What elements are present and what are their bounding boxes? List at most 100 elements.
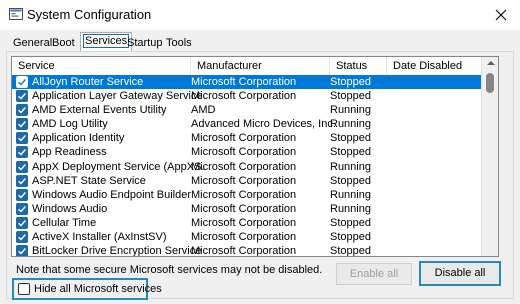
service-checkbox[interactable] (16, 216, 28, 229)
title-bar: System Configuration (0, 0, 520, 30)
service-manufacturer: Microsoft Corporation (191, 202, 297, 215)
service-manufacturer: Microsoft Corporation (191, 231, 297, 244)
table-row[interactable]: BitLocker Drive Encryption Service Micros… (12, 244, 482, 257)
table-row[interactable]: App Readiness Microsoft Corporation Stoppe… (12, 145, 482, 159)
checkmark-icon (16, 202, 28, 215)
table-row[interactable]: Windows Audio Microsoft Corporation Runnin… (12, 202, 482, 216)
service-checkbox[interactable] (16, 146, 28, 159)
checkmark-icon (16, 132, 28, 145)
service-name: BitLocker Drive Encryption Service (32, 245, 202, 257)
column-header-status[interactable]: Status (330, 57, 387, 75)
checkmark-icon (16, 231, 28, 244)
service-checkbox[interactable] (16, 174, 28, 187)
service-checkbox[interactable] (16, 202, 28, 215)
scrollbar-thumb[interactable] (486, 73, 494, 93)
service-manufacturer: Advanced Micro Devices, Inc. (191, 118, 336, 131)
system-config-icon (9, 8, 23, 20)
service-name: Windows Audio Endpoint Builder (32, 188, 191, 201)
table-row[interactable]: AMD Log Utility Advanced Micro Devices, I… (12, 117, 482, 131)
service-checkbox[interactable] (16, 231, 28, 244)
service-status: Stopped (330, 146, 371, 159)
vertical-scrollbar[interactable] (481, 57, 498, 256)
checkmark-icon (16, 146, 28, 159)
service-status: Running (330, 104, 371, 117)
scroll-up-arrow-icon[interactable] (487, 61, 495, 65)
checkmark-icon (16, 174, 28, 187)
list-rows: AllJoyn Router Service Microsoft Corporat… (12, 75, 482, 257)
service-manufacturer: Microsoft Corporation (191, 160, 297, 173)
checkmark-icon (16, 118, 28, 131)
table-row[interactable]: ASP.NET State Service Microsoft Corporati… (12, 174, 482, 188)
service-manufacturer: Microsoft Corporation (191, 132, 297, 145)
service-name: AllJoyn Router Service (32, 76, 144, 88)
service-manufacturer: AMD (191, 104, 216, 117)
table-row[interactable]: ActiveX Installer (AxInstSV) Microsoft Co… (12, 230, 482, 244)
service-status: Running (330, 160, 371, 173)
hide-microsoft-services-label: Hide all Microsoft services (34, 283, 162, 295)
tab-boot[interactable]: Boot (49, 35, 78, 51)
tab-tools[interactable]: Tools (163, 35, 195, 51)
service-status: Stopped (330, 174, 371, 187)
secure-services-note: Note that some secure Microsoft services… (16, 264, 323, 276)
checkmark-icon (16, 216, 28, 229)
services-list[interactable]: Service Manufacturer Status Date Disable… (11, 56, 499, 257)
hide-microsoft-services-box[interactable] (18, 283, 30, 295)
system-configuration-window: System Configuration General Boot Servic… (0, 0, 520, 304)
service-status: Stopped (330, 76, 371, 88)
service-manufacturer: Microsoft Corporation (191, 76, 297, 88)
tab-services-label: Services (82, 34, 130, 48)
table-row[interactable]: AMD External Events Utility AMD Running (12, 103, 482, 117)
service-manufacturer: Microsoft Corporation (191, 174, 297, 187)
service-manufacturer: Microsoft Corporation (191, 188, 297, 201)
service-status: Running (330, 118, 371, 131)
service-status: Stopped (330, 90, 371, 103)
window-title: System Configuration (27, 7, 152, 22)
tab-startup[interactable]: Startup (124, 35, 165, 51)
table-row[interactable]: AllJoyn Router Service Microsoft Corporat… (12, 75, 482, 90)
service-checkbox[interactable] (16, 104, 28, 117)
column-header-date-disabled[interactable]: Date Disabled (387, 57, 482, 75)
service-name: App Readiness (32, 146, 107, 159)
service-name: AppX Deployment Service (AppXS... (32, 160, 204, 173)
checkmark-icon (16, 104, 28, 117)
service-name: Application Layer Gateway Service (32, 90, 203, 103)
column-header-manufacturer[interactable]: Manufacturer (191, 57, 330, 75)
table-row[interactable]: Application Identity Microsoft Corporatio… (12, 131, 482, 145)
service-checkbox[interactable] (16, 118, 28, 131)
service-status: Running (330, 188, 371, 201)
service-checkbox[interactable] (16, 90, 28, 103)
enable-all-button[interactable]: Enable all (336, 263, 412, 285)
service-checkbox[interactable] (16, 76, 28, 88)
service-status: Stopped (330, 132, 371, 145)
table-row[interactable]: Application Layer Gateway Service Microso… (12, 89, 482, 103)
service-checkbox[interactable] (16, 132, 28, 145)
service-manufacturer: Microsoft Corporation (191, 245, 297, 257)
service-name: ASP.NET State Service (32, 174, 146, 187)
service-name: ActiveX Installer (AxInstSV) (32, 231, 167, 244)
column-header-service[interactable]: Service (12, 57, 191, 75)
hide-microsoft-services-checkbox[interactable]: Hide all Microsoft services (12, 278, 162, 300)
service-checkbox[interactable] (16, 160, 28, 173)
disable-all-button[interactable]: Disable all (419, 261, 501, 286)
list-header: Service Manufacturer Status Date Disable… (12, 57, 482, 75)
service-name: AMD Log Utility (32, 118, 108, 131)
service-status: Running (330, 202, 371, 215)
service-name: Cellular Time (32, 216, 97, 229)
service-checkbox[interactable] (16, 188, 28, 201)
service-checkbox[interactable] (16, 245, 28, 256)
table-row[interactable]: Windows Audio Endpoint Builder Microsoft … (12, 188, 482, 202)
checkmark-icon (16, 160, 28, 173)
service-manufacturer: Microsoft Corporation (191, 146, 297, 159)
service-name: Application Identity (32, 132, 125, 145)
checkmark-icon (16, 245, 28, 256)
close-icon[interactable] (490, 4, 512, 26)
table-row[interactable]: Cellular Time Microsoft Corporation Stoppe… (12, 216, 482, 230)
service-status: Stopped (330, 245, 371, 257)
table-row[interactable]: AppX Deployment Service (AppXS... Microso… (12, 160, 482, 174)
service-name: Windows Audio (32, 202, 108, 215)
checkmark-icon (16, 76, 28, 88)
service-name: AMD External Events Utility (32, 104, 167, 117)
checkmark-icon (16, 188, 28, 201)
tab-bar: General Boot Services Startup Tools (0, 32, 520, 52)
checkmark-icon (16, 90, 28, 103)
